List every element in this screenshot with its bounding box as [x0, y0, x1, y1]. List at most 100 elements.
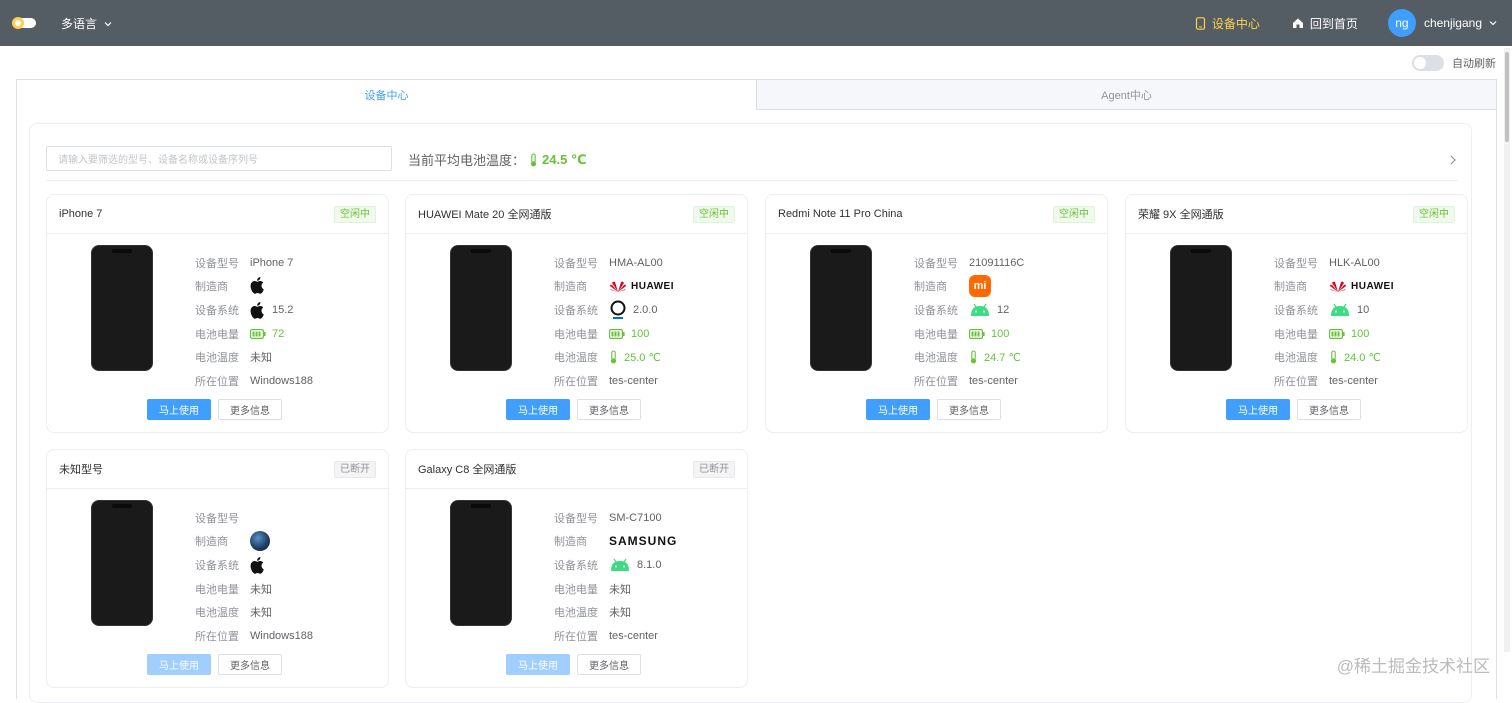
model-label: 设备型号 — [1274, 257, 1318, 270]
home-icon — [1292, 18, 1303, 28]
device-card: 未知型号 已断开 设备型号 制造商 设备系统 电池电量 未知 电池温度 未知 所在位置 Window… — [46, 449, 389, 688]
temp-value: 24.7 ℃ — [984, 351, 1021, 364]
phone-image — [450, 500, 512, 626]
phone-image — [91, 500, 153, 626]
more-info-button[interactable]: 更多信息 — [577, 399, 641, 420]
battery-value: 100 — [1351, 327, 1370, 340]
user-menu[interactable]: ng chenjigang — [1387, 9, 1498, 37]
battery-label: 电池电量 — [554, 328, 598, 341]
chevron-right-icon[interactable] — [1449, 154, 1457, 166]
temp-label: 电池温度 — [1274, 352, 1318, 365]
temp-label: 电池温度 — [554, 607, 598, 620]
status-badge: 空闲中 — [1413, 205, 1455, 223]
battery-label: 电池电量 — [1274, 328, 1318, 341]
location-value: tes-center — [609, 374, 658, 387]
model-value: HLK-AL00 — [1329, 256, 1380, 269]
language-menu[interactable]: 多语言 — [61, 15, 113, 32]
device-name: Galaxy C8 全网通版 — [418, 464, 517, 476]
location-label: 所在位置 — [195, 375, 239, 388]
battery-icon — [1329, 328, 1345, 339]
scrollbar[interactable] — [1504, 48, 1510, 652]
card-header: Redmi Note 11 Pro China 空闲中 — [766, 195, 1107, 234]
temp-label: 电池温度 — [554, 352, 598, 365]
app-logo-icon[interactable] — [10, 15, 38, 31]
device-name: HUAWEI Mate 20 全网通版 — [418, 209, 552, 221]
use-now-button[interactable]: 马上使用 — [506, 654, 570, 675]
device-search-input[interactable]: 请输入要筛选的型号、设备名称或设备序列号 — [46, 146, 392, 171]
status-badge: 空闲中 — [334, 205, 376, 223]
thermometer-icon — [969, 350, 978, 364]
temp-value: 未知 — [250, 352, 272, 365]
tab-agent-center[interactable]: Agent中心 — [756, 80, 1496, 110]
temp-value: 未知 — [609, 607, 631, 620]
use-now-button[interactable]: 马上使用 — [147, 399, 211, 420]
tab-device-center[interactable]: 设备中心 — [17, 80, 756, 110]
device-name: 荣耀 9X 全网通版 — [1138, 209, 1224, 221]
use-now-button[interactable]: 马上使用 — [147, 654, 211, 675]
samsung-logo-icon: SAMSUNG — [609, 534, 678, 549]
phone-image — [810, 245, 872, 371]
harmony-os-icon — [609, 300, 627, 320]
device-card: HUAWEI Mate 20 全网通版 空闲中 设备型号 HMA-AL00 制造商 HUA… — [405, 194, 748, 433]
nav-device-center[interactable]: 设备中心 — [1195, 15, 1260, 32]
maker-label: 制造商 — [914, 281, 947, 294]
os-label: 设备系统 — [195, 559, 239, 572]
device-specs: 设备型号 HMA-AL00 制造商 HUAWEI 设备系统 2.0.0 电池电量 100 电池温… — [554, 251, 674, 393]
avg-temp-value: 24.5 ℃ — [542, 151, 587, 167]
tab-bar: 设备中心 Agent中心 — [17, 80, 1496, 110]
top-navbar: 多语言 设备中心 回到首页 ng chenjigang — [0, 0, 1512, 46]
more-info-button[interactable]: 更多信息 — [218, 399, 282, 420]
maker-label: 制造商 — [195, 281, 228, 294]
more-info-button[interactable]: 更多信息 — [218, 654, 282, 675]
os-label: 设备系统 — [195, 304, 239, 317]
auto-refresh-label: 自动刷新 — [1452, 58, 1496, 70]
device-card: Galaxy C8 全网通版 已断开 设备型号 SM-C7100 制造商 SAMSUNG 设… — [405, 449, 748, 688]
device-card: Redmi Note 11 Pro China 空闲中 设备型号 21091116C 制… — [765, 194, 1108, 433]
battery-icon — [969, 328, 985, 339]
location-label: 所在位置 — [914, 375, 958, 388]
status-badge: 空闲中 — [1053, 205, 1095, 223]
use-now-button[interactable]: 马上使用 — [866, 399, 930, 420]
device-specs: 设备型号 制造商 设备系统 电池电量 未知 电池温度 未知 所在位置 Windows188 — [195, 506, 313, 648]
status-badge: 已断开 — [693, 460, 735, 478]
temp-value: 未知 — [250, 607, 272, 620]
os-version: 12 — [997, 303, 1010, 316]
os-label: 设备系统 — [1274, 304, 1318, 317]
use-now-button[interactable]: 马上使用 — [1226, 399, 1290, 420]
auto-refresh-toggle[interactable] — [1412, 55, 1444, 71]
battery-value: 未知 — [609, 583, 631, 596]
phone-image — [450, 245, 512, 371]
temp-label: 电池温度 — [195, 352, 239, 365]
device-panel: 请输入要筛选的型号、设备名称或设备序列号 当前平均电池温度： 24.5 ℃ iP… — [29, 123, 1472, 703]
more-info-button[interactable]: 更多信息 — [1297, 399, 1361, 420]
location-value: tes-center — [969, 374, 1018, 387]
temp-value: 24.0 ℃ — [1344, 351, 1381, 364]
nav-device-center-label: 设备中心 — [1211, 16, 1260, 31]
android-icon — [609, 558, 631, 572]
os-version: 2.0.0 — [633, 303, 658, 316]
divider — [46, 180, 1458, 181]
nav-back-home[interactable]: 回到首页 — [1292, 15, 1358, 32]
battery-label: 电池电量 — [554, 583, 598, 596]
auto-refresh: 自动刷新 — [1412, 55, 1496, 71]
globe-logo-icon — [250, 531, 270, 552]
model-value: iPhone 7 — [250, 256, 294, 269]
location-value: tes-center — [1329, 374, 1378, 387]
more-info-button[interactable]: 更多信息 — [937, 399, 1001, 420]
model-label: 设备型号 — [195, 257, 239, 270]
apple-icon — [250, 301, 266, 319]
more-info-button[interactable]: 更多信息 — [577, 654, 641, 675]
device-name: Redmi Note 11 Pro China — [778, 208, 903, 220]
android-icon — [969, 303, 991, 317]
battery-icon — [609, 328, 625, 339]
location-value: Windows188 — [250, 374, 313, 387]
location-label: 所在位置 — [554, 375, 598, 388]
card-header: 荣耀 9X 全网通版 空闲中 — [1126, 195, 1467, 234]
battery-label: 电池电量 — [195, 328, 239, 341]
battery-value: 未知 — [250, 583, 272, 596]
device-icon — [1195, 16, 1206, 30]
use-now-button[interactable]: 马上使用 — [506, 399, 570, 420]
battery-icon — [250, 328, 266, 339]
battery-value: 100 — [991, 327, 1010, 340]
phone-image — [1170, 245, 1232, 371]
